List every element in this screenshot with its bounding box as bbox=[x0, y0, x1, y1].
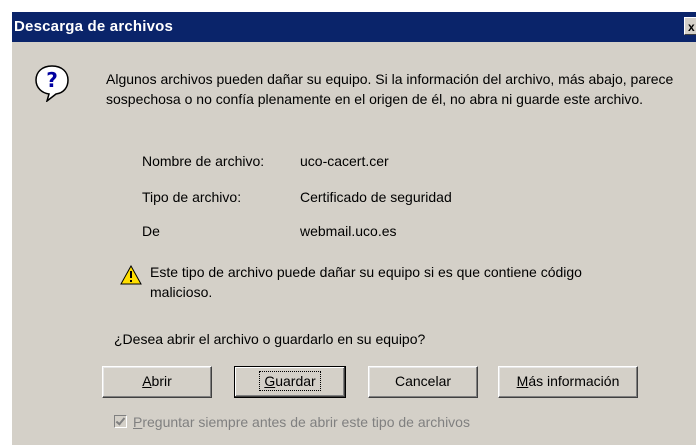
file-type-label: Tipo de archivo: bbox=[142, 189, 242, 205]
help-icon: ? bbox=[35, 65, 69, 102]
file-type-value: Certificado de seguridad bbox=[300, 189, 452, 205]
file-name-label: Nombre de archivo: bbox=[142, 153, 265, 169]
more-accesskey: M bbox=[516, 373, 529, 389]
close-button[interactable]: x bbox=[684, 17, 696, 35]
checkbox-accesskey: P bbox=[133, 414, 143, 430]
close-icon: x bbox=[688, 20, 695, 34]
file-download-dialog: Descarga de archivos x ? Algunos archivo… bbox=[12, 12, 696, 445]
always-ask-label: reguntar siempre antes de abrir este tip… bbox=[142, 414, 470, 430]
save-focus-ring: Guardar bbox=[259, 371, 321, 391]
open-label: brir bbox=[151, 373, 172, 389]
file-source-label: De bbox=[142, 223, 160, 239]
cancel-label: Cancelar bbox=[394, 373, 452, 389]
checkmark-icon[interactable] bbox=[114, 415, 127, 428]
file-name-value: uco-cacert.cer bbox=[300, 153, 389, 169]
cancel-button[interactable]: Cancelar bbox=[368, 366, 478, 398]
security-message: Algunos archivos pueden dañar su equipo.… bbox=[106, 71, 674, 107]
warning-text: Este tipo de archivo puede dañar su equi… bbox=[150, 264, 582, 300]
save-button[interactable]: Guardar bbox=[234, 366, 346, 398]
more-label: ás información bbox=[528, 373, 620, 389]
file-source-value: webmail.uco.es bbox=[300, 223, 397, 239]
save-label: uardar bbox=[275, 373, 316, 389]
svg-text:?: ? bbox=[46, 68, 58, 92]
title-bar[interactable]: Descarga de archivos x bbox=[12, 12, 696, 42]
open-button[interactable]: Abrir bbox=[102, 366, 212, 398]
dialog-title: Descarga de archivos bbox=[14, 18, 174, 35]
warning-icon bbox=[120, 265, 142, 285]
always-ask-checkbox-row[interactable]: Preguntar siempre antes de abrir este ti… bbox=[114, 414, 470, 430]
save-accesskey: G bbox=[264, 373, 276, 389]
open-accesskey: A bbox=[142, 373, 152, 389]
more-info-button[interactable]: Más información bbox=[498, 366, 638, 398]
question-text: ¿Desea abrir el archivo o guardarlo en s… bbox=[114, 331, 426, 347]
